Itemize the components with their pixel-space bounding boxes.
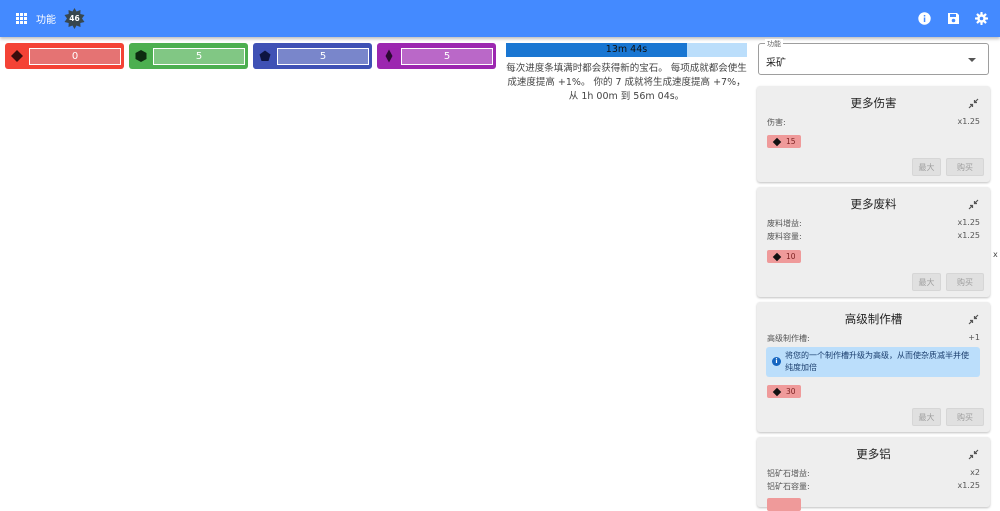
collapse-icon[interactable]: [968, 314, 979, 325]
upgrade-title: 更多废料: [850, 197, 897, 211]
stat-label: 高级制作槽:: [767, 334, 810, 343]
buy-button[interactable]: 购买: [946, 273, 984, 291]
collapse-icon[interactable]: [968, 199, 979, 210]
stat-label: 废料容量:: [767, 232, 802, 241]
stat-value: x1.25: [957, 481, 980, 490]
cost-value: 10: [786, 252, 796, 261]
cost-value: 15: [786, 137, 796, 146]
gem-value-purple: 5: [401, 48, 493, 65]
features-menu-button[interactable]: 功能: [16, 11, 56, 26]
info-alert: i 将您的一个制作槽升级为高级，从而使杂质减半并使纯度加倍: [766, 347, 980, 377]
blue-pentagon-icon: [253, 43, 277, 69]
gem-progress-bar: 13m 44s: [506, 43, 747, 57]
gem-value-blue: 5: [277, 48, 369, 65]
info-icon: i: [772, 357, 781, 366]
gem-description: 每次进度条填满时都会获得新的宝石。 每项成就都会使生成速度提高 +1%。 你的 …: [506, 63, 747, 102]
info-icon[interactable]: [918, 12, 931, 25]
gem-bar-green: 5: [129, 43, 248, 69]
gem-cost-icon: [772, 387, 782, 396]
upgrade-cost: 10: [767, 250, 801, 263]
upgrade-title: 更多伤害: [850, 96, 897, 110]
stat-value: +1: [968, 333, 980, 342]
feature-select-value: 采矿: [766, 58, 786, 69]
cost-value: 30: [786, 387, 796, 396]
upgrade-title: 更多铝: [856, 447, 891, 461]
app-bar: 功能 46: [0, 0, 1000, 37]
stat-value: x1.25: [957, 231, 980, 240]
stat-value: x1.25: [957, 117, 980, 126]
stat-value: x1.25: [957, 218, 980, 227]
gem-value-red: 0: [29, 48, 121, 65]
gem-bar-blue: 5: [253, 43, 372, 69]
upgrade-card: 高级制作槽 高级制作槽: +1 i 将您的一个制作槽升级为高级，从而使杂质减半并…: [757, 302, 990, 432]
apps-grid-icon: [16, 13, 27, 24]
upgrade-cost: [767, 498, 801, 511]
gem-value-green: 5: [153, 48, 245, 65]
collapse-icon[interactable]: [968, 449, 979, 460]
progress-time: 13m 44s: [605, 44, 648, 55]
upgrade-cost: 30: [767, 385, 801, 398]
save-icon[interactable]: [947, 12, 960, 25]
gem-cost-icon: [772, 252, 782, 261]
gem-bar-red: 0: [5, 43, 124, 69]
green-hexagon-icon: [129, 43, 153, 69]
gem-bar-purple: 5: [377, 43, 496, 69]
stat-label: 废料增益:: [767, 219, 802, 228]
upgrade-card: 更多伤害 伤害: x1.25 15 最大 购买: [757, 86, 990, 182]
buy-button[interactable]: 购买: [946, 408, 984, 426]
feature-select[interactable]: 功能 采矿: [758, 39, 989, 75]
feature-select-label: 功能: [765, 39, 783, 49]
menu-label: 功能: [36, 15, 56, 26]
red-diamond-icon: [5, 43, 29, 69]
dropdown-arrow-icon[interactable]: [968, 58, 976, 62]
scroll-marker: x: [993, 250, 998, 259]
upgrade-cost: 15: [767, 135, 801, 148]
max-button[interactable]: 最大: [912, 408, 941, 426]
max-button[interactable]: 最大: [912, 273, 941, 291]
stat-value: x2: [970, 468, 980, 477]
max-button[interactable]: 最大: [912, 158, 941, 176]
gem-cost-icon: [772, 137, 782, 146]
stat-label: 伤害:: [767, 118, 786, 127]
upgrade-title: 高级制作槽: [844, 312, 903, 326]
upgrade-card: 更多铝 铝矿石增益: x2 铝矿石容量: x1.25: [757, 437, 990, 511]
collapse-icon[interactable]: [968, 98, 979, 109]
purple-rhombus-icon: [377, 43, 401, 69]
badge-count: 46: [69, 14, 80, 23]
stat-label: 铝矿石容量:: [767, 482, 810, 491]
upgrade-card: 更多废料 废料增益: x1.25 废料容量: x1.25 10 最大 购买: [757, 187, 990, 297]
achievement-badge[interactable]: 46: [64, 8, 85, 29]
info-text: 将您的一个制作槽升级为高级，从而使杂质减半并使纯度加倍: [785, 351, 969, 372]
stat-label: 铝矿石增益:: [767, 469, 810, 478]
settings-icon[interactable]: [975, 12, 988, 25]
buy-button[interactable]: 购买: [946, 158, 984, 176]
